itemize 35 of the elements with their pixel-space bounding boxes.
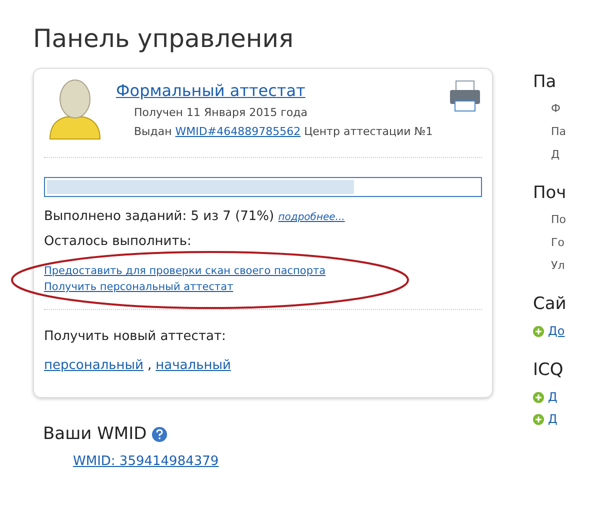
page-title: Панель управления bbox=[33, 24, 295, 53]
sidebar-heading: ICQ bbox=[533, 360, 564, 380]
plus-icon[interactable] bbox=[533, 414, 544, 424]
plus-icon[interactable] bbox=[533, 326, 544, 336]
certificate-type-link[interactable]: начальный bbox=[156, 358, 231, 373]
sidebar-heading: Сай bbox=[533, 294, 566, 314]
sidebar-text: Ф bbox=[551, 102, 562, 115]
sidebar-heading: Па bbox=[533, 72, 558, 92]
add-link[interactable]: Д bbox=[548, 390, 558, 404]
add-link[interactable]: Д bbox=[548, 412, 558, 426]
printer-icon[interactable] bbox=[448, 79, 482, 113]
new-certificate-label: Получить новый аттестат: bbox=[44, 329, 227, 344]
section-title: Ваши WMID bbox=[43, 424, 147, 444]
tasks-done: Выполнено заданий: 5 из 7 (71%) bbox=[44, 209, 274, 224]
center-name: Центр аттестации №1 bbox=[304, 125, 433, 138]
separator: , bbox=[148, 358, 152, 373]
certificate-type-link[interactable]: персональный bbox=[44, 358, 144, 373]
sidebar-text: Го bbox=[551, 236, 566, 249]
received-date: Получен 11 Января 2015 года bbox=[134, 106, 308, 119]
wmid-link[interactable]: WMID: 359414984379 bbox=[73, 454, 493, 469]
plus-icon[interactable] bbox=[533, 392, 544, 402]
sidebar-text: Ул bbox=[551, 259, 566, 272]
task-link[interactable]: Предоставить для проверки скан своего паспорта bbox=[44, 265, 326, 277]
sidebar-heading: Поч bbox=[533, 183, 566, 203]
sidebar-text: Д bbox=[551, 148, 561, 161]
issued-label: Выдан bbox=[134, 125, 172, 138]
certificate-link[interactable]: Формальный аттестат bbox=[116, 81, 436, 100]
add-link[interactable]: До bbox=[548, 324, 565, 338]
sidebar-text: По bbox=[551, 213, 566, 226]
task-link[interactable]: Получить персональный аттестат bbox=[44, 281, 234, 293]
details-link[interactable]: подробнее... bbox=[278, 212, 345, 223]
sidebar-text: Па bbox=[551, 125, 566, 138]
remaining-label: Осталось выполнить: bbox=[44, 234, 192, 249]
wmid-link[interactable]: WMID#464889785562 bbox=[175, 125, 301, 138]
help-icon[interactable] bbox=[152, 426, 167, 442]
